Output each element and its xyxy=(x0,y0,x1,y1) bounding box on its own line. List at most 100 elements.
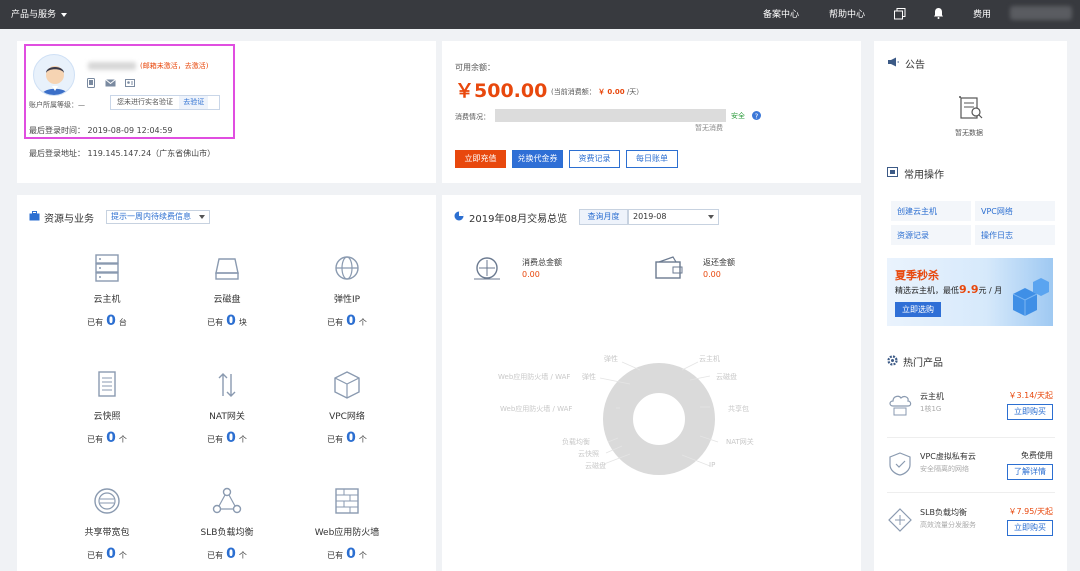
hot-product-vpc: VPC虚拟私有云 安全隔离的网络 免费使用 了解详情 xyxy=(887,447,1055,493)
globe-icon xyxy=(335,256,359,280)
last-login-address: 最后登录地址： 119.145.147.24（广东省佛山市） xyxy=(29,149,216,158)
resource-count: 已有 0 个 xyxy=(302,430,392,446)
resource-item-disk[interactable]: 云磁盘 已有 0 块 xyxy=(182,253,272,329)
count-unit: 个 xyxy=(118,435,127,444)
id-card-icon[interactable] xyxy=(125,79,135,87)
products-services-label: 产品与服务 xyxy=(11,10,57,20)
count-unit: 个 xyxy=(358,435,367,444)
recharge-button[interactable]: 立即充值 xyxy=(455,150,506,168)
nav-help[interactable]: 帮助中心 xyxy=(829,7,865,20)
safe-label: 安全 xyxy=(731,112,745,120)
resource-count: 已有 0 个 xyxy=(62,430,152,446)
vpc-shield-icon xyxy=(889,452,911,476)
count-unit: 个 xyxy=(358,551,367,560)
buy-now-button[interactable]: 立即购买 xyxy=(1007,520,1053,536)
products-services-menu[interactable]: 产品与服务 xyxy=(11,7,68,20)
resource-item-eip[interactable]: 弹性IP 已有 0 个 xyxy=(302,253,392,329)
user-avatar-icon xyxy=(40,66,70,95)
daily-consumption: (当前消费额： ￥ 0.00 /天） xyxy=(551,87,643,97)
balance-label: 可用余额： xyxy=(455,63,495,72)
promo-banner[interactable]: 夏季秒杀 精选云主机，最低9.9元 / 月 立即选购 xyxy=(887,258,1053,326)
banner-subtitle: 精选云主机，最低9.9元 / 月 xyxy=(895,283,1002,296)
month-select[interactable]: 2019-08 xyxy=(628,209,719,225)
server-icon xyxy=(95,254,119,282)
buy-now-button[interactable]: 立即购买 xyxy=(1007,404,1053,420)
verify-tooltip-text: 您未进行实名验证 xyxy=(117,98,173,106)
count-value: 0 xyxy=(106,430,116,446)
nav-fees[interactable]: 费用 xyxy=(973,7,991,20)
bandwidth-icon xyxy=(94,488,120,514)
divider xyxy=(887,437,1055,438)
resource-count: 已有 0 块 xyxy=(182,313,272,329)
donut-label: 负载均衡 xyxy=(562,438,590,446)
count-prefix: 已有 xyxy=(207,435,224,444)
count-value: 0 xyxy=(226,313,236,329)
learn-more-button[interactable]: 了解详情 xyxy=(1007,464,1053,480)
donut-label: Web应用防火墙 / WAF xyxy=(500,405,573,413)
nav-beian[interactable]: 备案中心 xyxy=(763,7,799,20)
firewall-icon xyxy=(335,488,359,514)
resource-item-nat[interactable]: NAT网关 已有 0 个 xyxy=(182,370,272,446)
resource-item-snapshot[interactable]: 云快照 已有 0 个 xyxy=(62,370,152,446)
resource-item-ecs[interactable]: 云主机 已有 0 台 xyxy=(62,253,152,329)
renewal-select-value: 提示一周内待续费信息 xyxy=(111,212,191,221)
resource-name: 弹性IP xyxy=(333,295,361,305)
consumption-prefix: (当前消费额： xyxy=(551,88,598,96)
product-subtitle: 高效流量分发服务 xyxy=(920,521,976,529)
no-data-text: 暂无数据 xyxy=(955,129,983,137)
donut-label: 云磁盘 xyxy=(585,462,606,470)
resource-count: 已有 0 个 xyxy=(302,313,392,329)
op-create-ecs[interactable]: 创建云主机 xyxy=(891,201,971,221)
renewal-select[interactable]: 提示一周内待续费信息 xyxy=(106,210,210,224)
resource-name: NAT网关 xyxy=(209,412,245,422)
hot-products-title: 热门产品 xyxy=(903,358,943,369)
op-resource-records[interactable]: 资源记录 xyxy=(891,225,971,245)
disk-icon xyxy=(215,258,239,280)
refund-label: 返还金额 xyxy=(703,258,735,267)
last-login-time: 最后登录时间： 2019-08-09 12:04:59 xyxy=(29,126,173,135)
resource-count: 已有 0 个 xyxy=(302,546,392,562)
count-value: 0 xyxy=(346,546,356,562)
resource-item-slb[interactable]: SLB负载均衡 已有 0 个 xyxy=(182,486,272,562)
operations-icon xyxy=(887,167,898,177)
notice-title: 公告 xyxy=(905,60,925,71)
account-level: 账户所属等级：— xyxy=(29,100,85,110)
verify-link[interactable]: 去验证 xyxy=(179,96,209,109)
server-cubes-illustration xyxy=(1012,278,1049,316)
user-account-blurred[interactable] xyxy=(1010,6,1072,20)
mail-notice: (邮箱未激活，去激活) xyxy=(140,61,208,71)
resource-count: 已有 0 个 xyxy=(182,430,272,446)
resource-count: 已有 0 台 xyxy=(62,313,152,329)
op-operation-log[interactable]: 操作日志 xyxy=(975,225,1055,245)
ops-title: 常用操作 xyxy=(904,170,944,181)
fee-records-button[interactable]: 资费记录 xyxy=(569,150,620,168)
chevron-down-icon xyxy=(61,12,68,17)
count-unit: 台 xyxy=(118,318,127,327)
donut-label: Web应用防火墙 / WAF xyxy=(498,373,571,381)
mail-activate-link[interactable]: 去激活) xyxy=(185,62,209,70)
phone-icon[interactable] xyxy=(87,78,95,88)
tab-month-query[interactable]: 查询月度 xyxy=(579,209,628,225)
daily-bill-button[interactable]: 每日账单 xyxy=(626,150,678,168)
banner-title: 夏季秒杀 xyxy=(895,269,939,282)
banner-buy-button[interactable]: 立即选购 xyxy=(895,302,941,317)
product-price: ￥3.14/天起 xyxy=(1008,391,1053,400)
count-value: 0 xyxy=(226,546,236,562)
op-vpc-network[interactable]: VPC网络 xyxy=(975,201,1055,221)
bell-icon[interactable] xyxy=(933,7,944,19)
consumption-suffix: /天） xyxy=(624,88,644,96)
mail-icon[interactable] xyxy=(105,79,116,87)
no-data-icon xyxy=(959,96,983,119)
count-unit: 个 xyxy=(238,551,247,560)
help-icon[interactable]: ? xyxy=(752,111,761,120)
level-value: — xyxy=(78,101,85,109)
copy-icon[interactable] xyxy=(894,8,906,20)
redeem-voucher-button[interactable]: 兑换代金券 xyxy=(512,150,563,168)
resource-item-vpc[interactable]: VPC网络 已有 0 个 xyxy=(302,370,392,446)
resource-item-bandwidth[interactable]: 共享带宽包 已有 0 个 xyxy=(62,486,152,562)
consume-label: 消费情况： xyxy=(455,113,490,121)
balance-amount: ￥500.00 xyxy=(455,80,548,102)
count-unit: 个 xyxy=(118,551,127,560)
resource-item-waf[interactable]: Web应用防火墙 已有 0 个 xyxy=(302,486,392,562)
gear-icon xyxy=(887,355,898,366)
